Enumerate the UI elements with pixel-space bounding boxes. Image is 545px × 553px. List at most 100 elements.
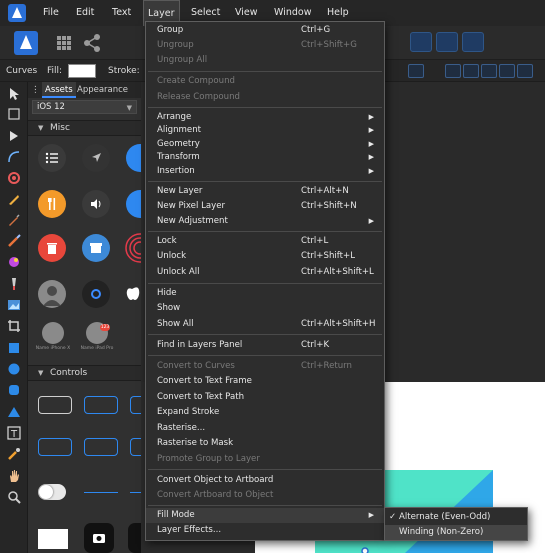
back-arrow-asset-icon[interactable]: [126, 190, 141, 218]
point-transform-tool-icon[interactable]: [6, 170, 22, 186]
slider-track-asset[interactable]: [84, 492, 118, 493]
blue-segment-2-asset[interactable]: [84, 438, 118, 456]
menu-separator: [148, 334, 382, 335]
menu-convert-artboard-to-object[interactable]: Convert Artboard to Object: [146, 488, 384, 503]
tab-assets[interactable]: Assets: [42, 82, 76, 98]
fill-mode-winding[interactable]: Winding (Non-Zero): [385, 525, 527, 540]
menu-new-layer[interactable]: New Layer Ctrl+Alt+N: [146, 184, 384, 199]
pixel-persona-grid-icon[interactable]: [52, 31, 76, 55]
asset-category-select[interactable]: iOS 12 ▼: [32, 100, 137, 114]
ellipse-tool-icon[interactable]: [6, 361, 22, 377]
panel-grip-icon[interactable]: ⋮⋮: [28, 82, 48, 98]
blue-outline-button-asset[interactable]: [84, 396, 118, 414]
menu-release-compound[interactable]: Release Compound: [146, 90, 384, 105]
node-tool-icon[interactable]: [6, 128, 22, 144]
zoom-tool-icon[interactable]: [6, 489, 22, 505]
keyboard-key-asset[interactable]: [38, 529, 68, 549]
menu-rasterise-to-mask[interactable]: Rasterise to Mask: [146, 436, 384, 451]
speaker-asset-icon[interactable]: [82, 190, 110, 218]
section-misc[interactable]: ▼ Misc: [28, 120, 141, 136]
blue-segment-asset[interactable]: [38, 438, 72, 456]
location-arrow-asset-icon[interactable]: [82, 144, 110, 172]
menu-show-all[interactable]: Show All Ctrl+Alt+Shift+H: [146, 317, 384, 332]
align-middle-icon[interactable]: [517, 64, 533, 78]
menu-unlock-all[interactable]: Unlock All Ctrl+Alt+Shift+L: [146, 265, 384, 280]
menu-file[interactable]: File: [39, 0, 63, 26]
fill-color-swatch[interactable]: [68, 64, 96, 78]
snap-transform-icon[interactable]: [462, 32, 484, 52]
rotate-icon[interactable]: [408, 64, 424, 78]
menu-hide[interactable]: Hide: [146, 286, 384, 301]
pen-tool-icon[interactable]: [6, 191, 22, 207]
fork-knife-asset-icon[interactable]: [38, 190, 66, 218]
menu-convert-to-curves[interactable]: Convert to Curves Ctrl+Return: [146, 359, 384, 374]
export-persona-share-icon[interactable]: [80, 31, 104, 55]
menu-rasterise[interactable]: Rasterise...: [146, 421, 384, 436]
list-asset-icon[interactable]: [38, 144, 66, 172]
align-center-icon[interactable]: [463, 64, 479, 78]
trash-asset-icon[interactable]: [38, 234, 66, 262]
view-hand-tool-icon[interactable]: [6, 468, 22, 484]
archive-asset-icon[interactable]: [82, 234, 110, 262]
fill-mode-alternate[interactable]: ✓ Alternate (Even-Odd): [385, 510, 527, 525]
menu-fill-mode[interactable]: Fill Mode ▶: [146, 508, 384, 523]
menu-new-adjustment[interactable]: New Adjustment ▶: [146, 214, 384, 229]
menu-alignment[interactable]: Alignment ▶: [146, 123, 384, 138]
rectangle-tool-icon[interactable]: [6, 340, 22, 356]
avatar-asset-icon[interactable]: [38, 280, 66, 308]
menu-text[interactable]: Text: [108, 0, 135, 26]
section-controls[interactable]: ▼ Controls: [28, 365, 141, 381]
camera-asset-icon[interactable]: [84, 523, 114, 553]
fill-tool-icon[interactable]: [6, 254, 22, 270]
menu-ungroup[interactable]: Ungroup Ctrl+Shift+G: [146, 38, 384, 53]
menu-convert-to-text-frame[interactable]: Convert to Text Frame: [146, 374, 384, 389]
align-right-icon[interactable]: [481, 64, 497, 78]
menu-show[interactable]: Show: [146, 301, 384, 316]
submenu-arrow-icon: ▶: [368, 217, 374, 225]
white-outline-button-asset[interactable]: [38, 396, 72, 414]
menu-create-compound[interactable]: Create Compound: [146, 74, 384, 89]
menu-convert-to-text-path[interactable]: Convert to Text Path: [146, 390, 384, 405]
pencil-tool-icon[interactable]: [6, 212, 22, 228]
color-picker-tool-icon[interactable]: [6, 446, 22, 462]
menu-new-pixel-layer[interactable]: New Pixel Layer Ctrl+Shift+N: [146, 199, 384, 214]
artboard-tool-icon[interactable]: [6, 106, 22, 122]
transparency-tool-icon[interactable]: [6, 276, 22, 292]
align-top-icon[interactable]: [499, 64, 515, 78]
menu-convert-object-to-artboard[interactable]: Convert Object to Artboard: [146, 473, 384, 488]
snap-bounds-icon[interactable]: [410, 32, 432, 52]
menu-layer-effects[interactable]: Layer Effects...: [146, 523, 384, 538]
vector-brush-tool-icon[interactable]: [6, 233, 22, 249]
corner-tool-icon[interactable]: [6, 149, 22, 165]
place-image-tool-icon[interactable]: [6, 297, 22, 313]
designer-persona-icon[interactable]: [14, 31, 38, 55]
menu-lock[interactable]: Lock Ctrl+L: [146, 234, 384, 249]
triangle-tool-icon[interactable]: [6, 404, 22, 420]
fingerprint-asset-icon[interactable]: [124, 232, 155, 264]
menu-find-in-layers-panel[interactable]: Find in Layers Panel Ctrl+K: [146, 338, 384, 353]
menu-transform[interactable]: Transform ▶: [146, 150, 384, 165]
menu-ungroup-all[interactable]: Ungroup All: [146, 53, 384, 68]
menu-edit[interactable]: Edit: [72, 0, 98, 26]
menu-expand-stroke[interactable]: Expand Stroke: [146, 405, 384, 420]
rounded-rectangle-tool-icon[interactable]: [6, 382, 22, 398]
calculator-asset-icon[interactable]: [128, 523, 141, 553]
menu-separator: [148, 107, 382, 108]
tab-appearance[interactable]: Appearance: [74, 82, 131, 98]
menu-group[interactable]: Group Ctrl+G: [146, 23, 384, 38]
blue-segment-3-asset[interactable]: [130, 438, 141, 456]
info-asset-icon[interactable]: [126, 144, 141, 172]
blue-button-partial-asset[interactable]: [130, 396, 141, 414]
slider-track-2-asset[interactable]: [130, 492, 141, 493]
record-dot-asset-icon[interactable]: [82, 280, 110, 308]
affinity-designer-logo-icon[interactable]: [8, 4, 26, 22]
menu-insertion[interactable]: Insertion ▶: [146, 164, 384, 179]
move-tool-icon[interactable]: [6, 86, 22, 102]
device-iphone-asset-icon[interactable]: [42, 322, 64, 344]
align-left-icon[interactable]: [445, 64, 461, 78]
menu-unlock[interactable]: Unlock Ctrl+Shift+L: [146, 249, 384, 264]
crop-tool-icon[interactable]: [6, 318, 22, 334]
menu-promote-group-to-layer[interactable]: Promote Group to Layer: [146, 452, 384, 467]
snap-geometry-icon[interactable]: [436, 32, 458, 52]
artistic-text-tool-icon[interactable]: T: [6, 425, 22, 441]
